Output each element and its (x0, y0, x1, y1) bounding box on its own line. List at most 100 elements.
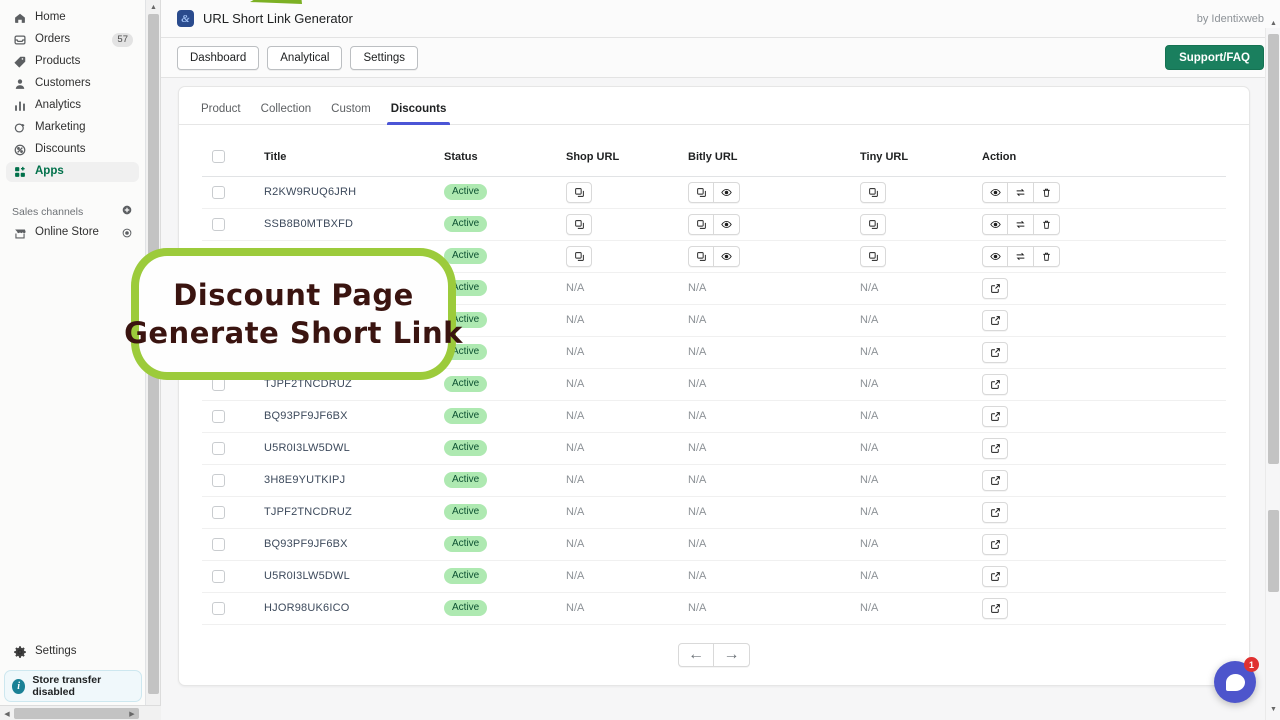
table-row[interactable]: ActiveN/AN/AN/A (202, 272, 1226, 304)
bitly-url-view-button[interactable] (714, 246, 740, 267)
dashboard-button[interactable]: Dashboard (177, 46, 259, 70)
row-checkbox[interactable] (212, 506, 225, 519)
row-checkbox[interactable] (212, 474, 225, 487)
chat-widget-button[interactable]: 1 (1214, 661, 1256, 703)
regenerate-button[interactable] (1008, 182, 1034, 203)
row-checkbox[interactable] (212, 218, 225, 231)
open-link-button[interactable] (982, 278, 1008, 299)
scroll-up-icon[interactable]: ▲ (146, 0, 161, 14)
row-checkbox[interactable] (212, 346, 225, 359)
open-link-button[interactable] (982, 374, 1008, 395)
open-link-button[interactable] (982, 534, 1008, 555)
preview-store-icon[interactable] (121, 227, 133, 239)
sidebar-item-online-store[interactable]: Online Store (6, 223, 139, 243)
shop-url-copy-button[interactable] (566, 182, 592, 203)
bitly-url-view-button[interactable] (714, 214, 740, 235)
open-link-button[interactable] (982, 598, 1008, 619)
table-row[interactable]: U5R0I3LW5DWLActiveN/AN/AN/A (202, 560, 1226, 592)
open-link-button[interactable] (982, 470, 1008, 491)
hscrollbar-thumb[interactable] (14, 708, 139, 719)
bitly-url-copy-button[interactable] (688, 214, 714, 235)
table-row[interactable]: BQ93PF9JF6BXActiveN/AN/AN/A (202, 528, 1226, 560)
row-checkbox[interactable] (212, 442, 225, 455)
support-faq-button[interactable]: Support/FAQ (1165, 45, 1264, 70)
scroll-down-icon[interactable]: ▼ (1266, 702, 1280, 716)
status-badge: Active (444, 344, 487, 360)
tab-product[interactable]: Product (191, 104, 251, 125)
row-checkbox[interactable] (212, 602, 225, 615)
bitly-url-copy-button[interactable] (688, 246, 714, 267)
select-all-checkbox[interactable] (212, 150, 225, 163)
sidebar-item-apps[interactable]: Apps (6, 162, 139, 182)
scroll-up-icon[interactable]: ▲ (1266, 16, 1280, 30)
delete-button[interactable] (1034, 214, 1060, 235)
row-checkbox[interactable] (212, 282, 225, 295)
shop-url-copy-button[interactable] (566, 214, 592, 235)
sidebar-scrollbar[interactable]: ▲ ▼ (146, 0, 161, 720)
main-scrollbar[interactable]: ▲ ▼ (1265, 28, 1280, 720)
row-checkbox[interactable] (212, 378, 225, 391)
table-row[interactable]: U5R0I3LW5DWLActiveN/AN/AN/A (202, 432, 1226, 464)
tab-collection[interactable]: Collection (251, 104, 322, 125)
table-row[interactable]: Active (202, 240, 1226, 272)
table-row[interactable]: ActiveN/AN/AN/A (202, 304, 1226, 336)
sidebar-scrollbar-thumb[interactable] (148, 14, 159, 694)
open-link-button[interactable] (982, 438, 1008, 459)
regenerate-button[interactable] (1008, 214, 1034, 235)
row-checkbox[interactable] (212, 538, 225, 551)
table-row[interactable]: SSB8B0MTBXFDActive (202, 208, 1226, 240)
row-checkbox[interactable] (212, 570, 225, 583)
open-link-button[interactable] (982, 310, 1008, 331)
add-sales-channel-icon[interactable] (121, 204, 133, 219)
view-button[interactable] (982, 214, 1008, 235)
bitly-url-na: N/A (688, 314, 706, 326)
tab-custom[interactable]: Custom (321, 104, 381, 125)
main-scrollbar-thumb[interactable] (1268, 34, 1279, 464)
page-horizontal-scrollbar[interactable]: ◀ ▶ (0, 705, 161, 720)
store-transfer-banner[interactable]: i Store transfer disabled (4, 670, 142, 702)
prev-page-button[interactable]: ← (678, 643, 714, 667)
tab-discounts[interactable]: Discounts (381, 104, 457, 125)
row-checkbox[interactable] (212, 250, 225, 263)
sidebar-item-customers[interactable]: Customers (6, 74, 139, 94)
shop-url-copy-button[interactable] (566, 246, 592, 267)
table-row[interactable]: 3H8E9YUTKIPJActiveN/AN/AN/A (202, 464, 1226, 496)
table-row[interactable]: TJPF2TNCDRUZActiveN/AN/AN/A (202, 368, 1226, 400)
tiny-url-na: N/A (860, 346, 878, 358)
bitly-url-view-button[interactable] (714, 182, 740, 203)
table-row[interactable]: HJOR98UK6ICOActiveN/AN/AN/A (202, 592, 1226, 624)
delete-button[interactable] (1034, 246, 1060, 267)
row-checkbox[interactable] (212, 186, 225, 199)
tiny-url-copy-button[interactable] (860, 246, 886, 267)
tiny-url-copy-button[interactable] (860, 182, 886, 203)
sidebar-item-home[interactable]: Home (6, 8, 139, 28)
view-button[interactable] (982, 182, 1008, 203)
delete-button[interactable] (1034, 182, 1060, 203)
scroll-left-icon[interactable]: ◀ (0, 706, 14, 720)
sidebar-item-settings[interactable]: Settings (6, 642, 140, 662)
open-link-button[interactable] (982, 342, 1008, 363)
bitly-url-copy-button[interactable] (688, 182, 714, 203)
next-page-button[interactable]: → (714, 643, 750, 667)
row-checkbox[interactable] (212, 410, 225, 423)
main-scrollbar-thumb-secondary[interactable] (1268, 510, 1279, 592)
table-row[interactable]: TJPF2TNCDRUZActiveN/AN/AN/A (202, 496, 1226, 528)
table-row[interactable]: ActiveN/AN/AN/A (202, 336, 1226, 368)
sidebar-item-marketing[interactable]: Marketing (6, 118, 139, 138)
sidebar-item-orders[interactable]: Orders 57 (6, 30, 139, 50)
open-link-button[interactable] (982, 502, 1008, 523)
sidebar-item-analytics[interactable]: Analytics (6, 96, 139, 116)
open-link-button[interactable] (982, 566, 1008, 587)
view-button[interactable] (982, 246, 1008, 267)
scroll-right-icon[interactable]: ▶ (125, 706, 139, 720)
settings-button[interactable]: Settings (350, 46, 418, 70)
regenerate-button[interactable] (1008, 246, 1034, 267)
analytical-button[interactable]: Analytical (267, 46, 342, 70)
row-checkbox[interactable] (212, 314, 225, 327)
open-link-button[interactable] (982, 406, 1008, 427)
table-row[interactable]: BQ93PF9JF6BXActiveN/AN/AN/A (202, 400, 1226, 432)
tiny-url-copy-button[interactable] (860, 214, 886, 235)
sidebar-item-products[interactable]: Products (6, 52, 139, 72)
table-row[interactable]: R2KW9RUQ6JRHActive (202, 176, 1226, 208)
sidebar-item-discounts[interactable]: Discounts (6, 140, 139, 160)
